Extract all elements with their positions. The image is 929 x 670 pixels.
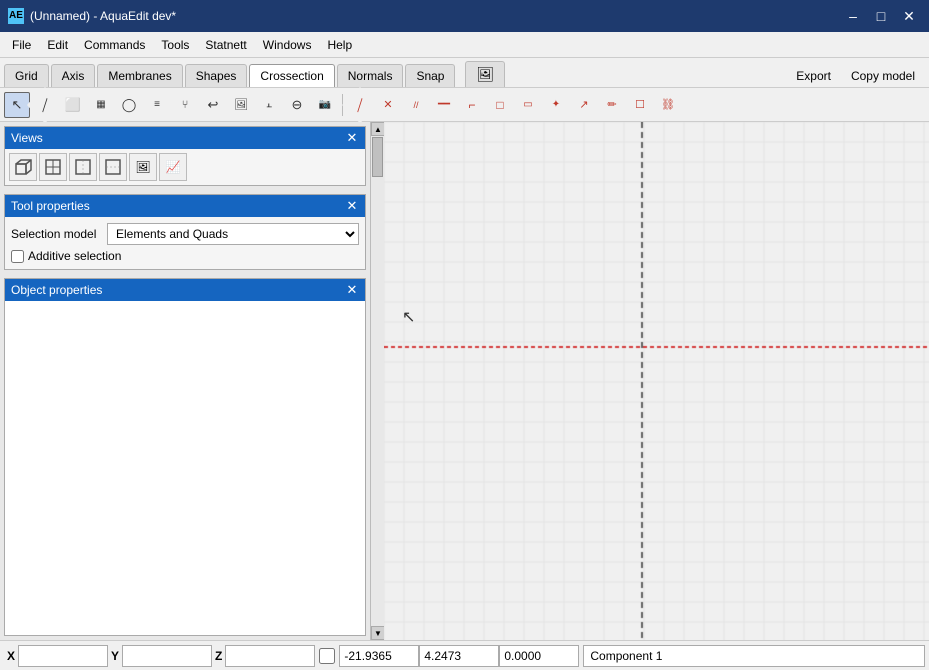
scroll-thumb[interactable] — [372, 137, 383, 177]
tab-photo[interactable]: 🖼 — [465, 61, 505, 87]
additive-selection-label: Additive selection — [28, 249, 121, 263]
coord3-value: 0.0000 — [499, 645, 579, 667]
view-graph-button[interactable]: 📈 — [159, 153, 187, 181]
rect-select-tool[interactable]: ⬜ — [60, 92, 86, 118]
menu-help[interactable]: Help — [319, 35, 360, 55]
line-tool[interactable]: ╲ — [27, 86, 64, 123]
view-side-button[interactable] — [69, 153, 97, 181]
copy-model-button[interactable]: Copy model — [841, 65, 925, 87]
close-button[interactable]: ✕ — [897, 6, 921, 26]
shrink-tool[interactable]: ⊖ — [284, 92, 310, 118]
menu-statnett[interactable]: Statnett — [197, 35, 254, 55]
tab-snap[interactable]: Snap — [405, 64, 455, 87]
left-panel: Views ✕ 🖼 📈 — [0, 122, 370, 640]
obj-props-header: Object properties ✕ — [5, 279, 365, 301]
quad-tool[interactable]: ▦ — [88, 92, 114, 118]
tool-props-content: Selection model Elements and Quads Eleme… — [5, 217, 365, 269]
menu-file[interactable]: File — [4, 35, 39, 55]
obj-props-close[interactable]: ✕ — [343, 281, 361, 299]
export-button[interactable]: Export — [786, 65, 841, 87]
double-line-tool[interactable]: // — [403, 92, 429, 118]
rect-draw-tool[interactable]: □ — [487, 92, 513, 118]
x-input[interactable] — [18, 645, 108, 667]
maximize-button[interactable]: □ — [869, 6, 893, 26]
scroll-up-button[interactable]: ▲ — [371, 122, 385, 136]
scroll-track-area[interactable] — [371, 136, 384, 626]
menu-tools[interactable]: Tools — [153, 35, 197, 55]
tool-props-close[interactable]: ✕ — [343, 197, 361, 215]
cross-tool[interactable]: ✕ — [375, 92, 401, 118]
obj-props-content — [5, 301, 365, 635]
grid-canvas — [384, 122, 929, 640]
tool-props-header: Tool properties ✕ — [5, 195, 365, 217]
selection-model-row: Selection model Elements and Quads Eleme… — [11, 223, 359, 245]
y-input[interactable] — [122, 645, 212, 667]
view-3d-button[interactable] — [9, 153, 37, 181]
status-bar: X Y Z -21.9365 4.2473 0.0000 Component 1 — [0, 640, 929, 670]
view-image-button[interactable]: 🖼 — [129, 153, 157, 181]
toolbar: ↖ ╲ ⬜ ▦ ◯ ≡ ⑂ ↩ 🖼 ⫠ ⊖ 📷 ╲ ✕ // ━━ ⌐ □ ▭ … — [0, 88, 929, 122]
tab-axis[interactable]: Axis — [51, 64, 96, 87]
object-properties-panel: Object properties ✕ — [4, 278, 366, 636]
main-content: Views ✕ 🖼 📈 — [0, 122, 929, 640]
tab-bar: Grid Axis Membranes Shapes Crossection N… — [0, 58, 929, 88]
additive-selection-checkbox[interactable] — [11, 250, 24, 263]
coord2-value: 4.2473 — [419, 645, 499, 667]
box-tool[interactable]: ☐ — [627, 92, 653, 118]
selection-model-label: Selection model — [11, 227, 101, 241]
additive-selection-row: Additive selection — [11, 249, 359, 263]
edit-tool[interactable]: ✏ — [599, 92, 625, 118]
tab-normals[interactable]: Normals — [337, 64, 404, 87]
tab-shapes[interactable]: Shapes — [185, 64, 248, 87]
hbar-tool[interactable]: ━━ — [431, 92, 457, 118]
chain-tool[interactable]: ⛓ — [655, 92, 681, 118]
scroll-down-button[interactable]: ▼ — [371, 626, 385, 640]
title-bar: AE (Unnamed) - AquaEdit dev* – □ ✕ — [0, 0, 929, 32]
views-panel-close[interactable]: ✕ — [343, 129, 361, 147]
tab-crossection[interactable]: Crossection — [249, 64, 334, 87]
menu-edit[interactable]: Edit — [39, 35, 76, 55]
image-tool[interactable]: 🖼 — [228, 92, 254, 118]
minimize-button[interactable]: – — [841, 6, 865, 26]
window-title: (Unnamed) - AquaEdit dev* — [30, 9, 841, 23]
menu-bar: File Edit Commands Tools Statnett Window… — [0, 32, 929, 58]
views-panel: Views ✕ 🖼 📈 — [4, 126, 366, 186]
obj-props-title: Object properties — [11, 283, 102, 297]
draw-line-tool[interactable]: ╲ — [342, 86, 379, 123]
branch-tool[interactable]: ⑂ — [172, 92, 198, 118]
view-top-button[interactable] — [99, 153, 127, 181]
views-panel-title: Views — [11, 131, 43, 145]
coord1-value: -21.9365 — [339, 645, 419, 667]
z-label: Z — [212, 649, 225, 663]
y-label: Y — [108, 649, 122, 663]
grid-vert-tool[interactable]: ⫠ — [256, 92, 282, 118]
tab-grid[interactable]: Grid — [4, 64, 49, 87]
x-label: X — [4, 649, 18, 663]
z-input[interactable] — [225, 645, 315, 667]
app-icon: AE — [8, 8, 24, 24]
menu-windows[interactable]: Windows — [255, 35, 320, 55]
selection-model-select[interactable]: Elements and Quads Elements Quads Nodes — [107, 223, 359, 245]
window-controls: – □ ✕ — [841, 6, 921, 26]
vertical-scrollbar[interactable]: ▲ ▼ — [370, 122, 384, 640]
tool-properties-panel: Tool properties ✕ Selection model Elemen… — [4, 194, 366, 270]
node-tool[interactable]: ✦ — [543, 92, 569, 118]
tool-props-title: Tool properties — [11, 199, 90, 213]
views-panel-header: Views ✕ — [5, 127, 365, 149]
canvas-area[interactable]: ↖ — [384, 122, 929, 640]
circle-tool[interactable]: ◯ — [116, 92, 142, 118]
tab-membranes[interactable]: Membranes — [97, 64, 182, 87]
arrow-tool[interactable]: ↗ — [571, 92, 597, 118]
component-label: Component 1 — [583, 645, 925, 667]
view-front-button[interactable] — [39, 153, 67, 181]
menu-commands[interactable]: Commands — [76, 35, 153, 55]
undo-tool[interactable]: ↩ — [200, 92, 226, 118]
rect2-tool[interactable]: ▭ — [515, 92, 541, 118]
parallel-tool[interactable]: ≡ — [144, 92, 170, 118]
views-panel-content: 🖼 📈 — [5, 149, 365, 185]
cam-tool[interactable]: 📷 — [312, 92, 338, 118]
angle-tool[interactable]: ⌐ — [459, 92, 485, 118]
snap-checkbox[interactable] — [319, 648, 335, 664]
